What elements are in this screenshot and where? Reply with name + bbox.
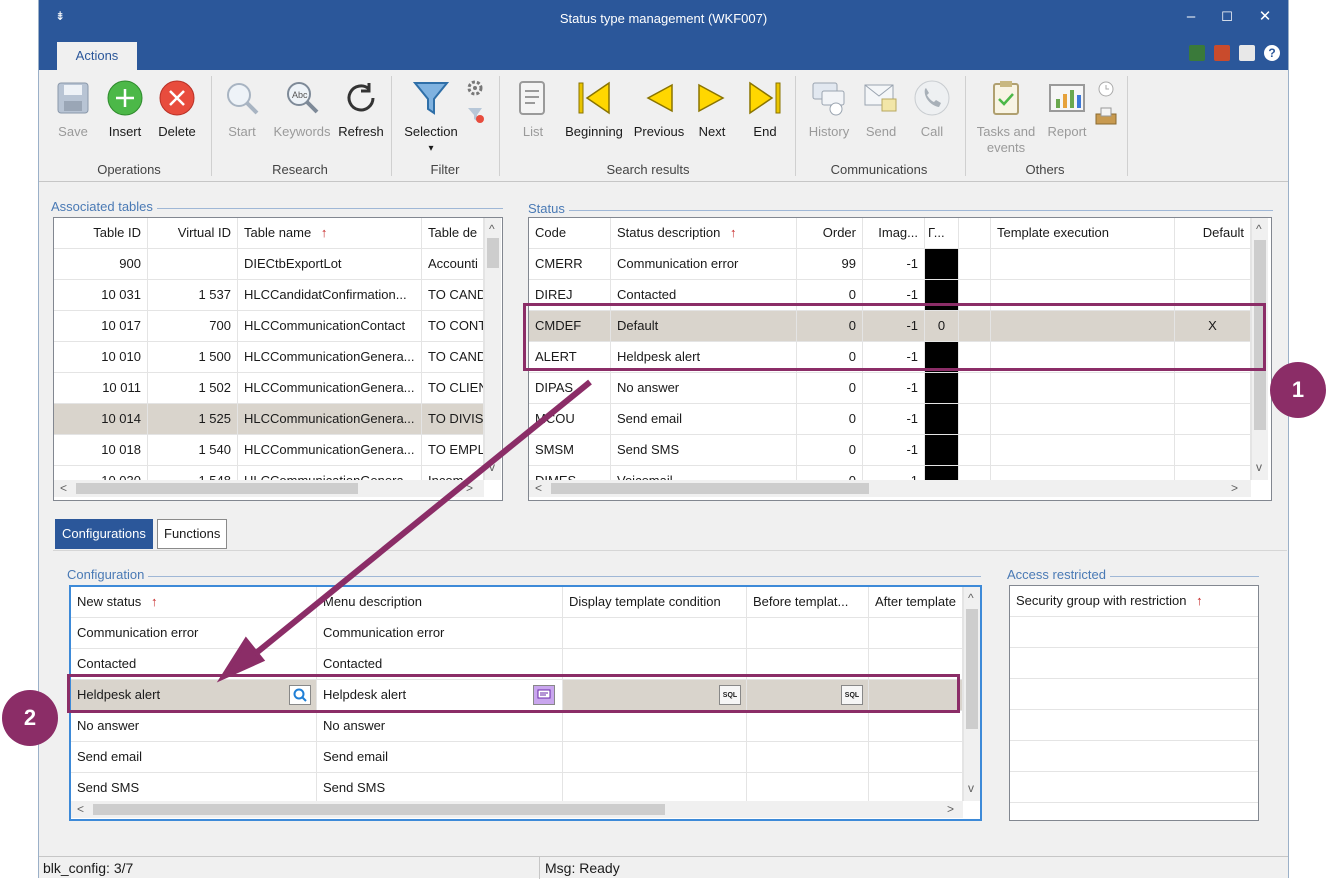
annotation-badge-2: 2 bbox=[2, 690, 58, 746]
highlight-box-status-rows bbox=[523, 303, 1266, 371]
highlight-box-config-row bbox=[67, 674, 960, 713]
annotation-badge-1: 1 bbox=[1270, 362, 1326, 418]
annotation-arrow bbox=[216, 379, 592, 683]
